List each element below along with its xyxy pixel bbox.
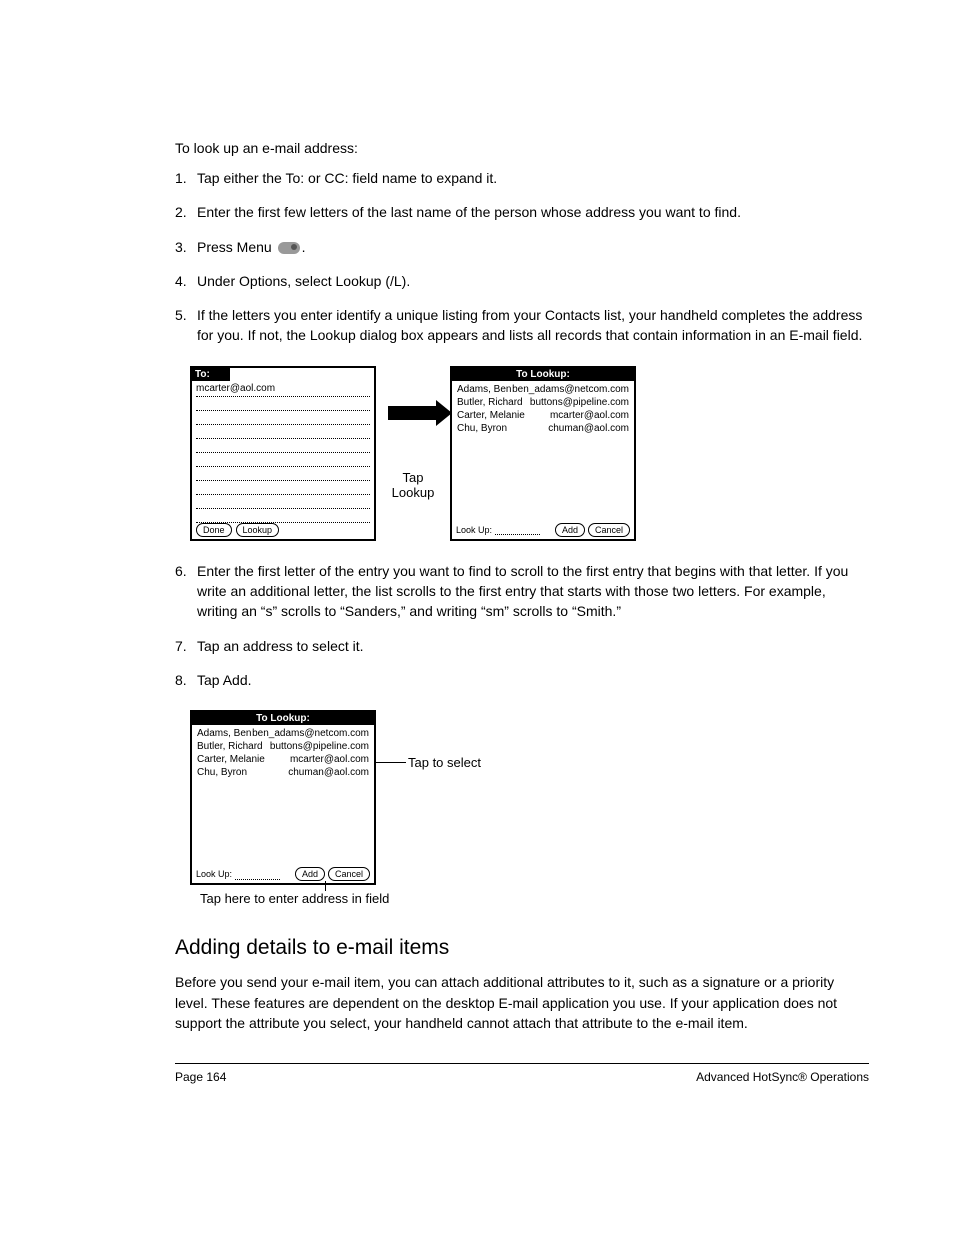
pda-line [196,453,370,467]
arrow-annotation: Tap Lookup [388,406,438,501]
step-text: Press Menu . [197,237,869,257]
figure-row-2: To Lookup: Adams, Benben_adams@netcom.co… [190,710,869,885]
step-text-pre: Press Menu [197,239,276,255]
contact-name: Chu, Byron [197,766,247,779]
contact-email: mcarter@aol.com [290,753,369,766]
contact-email: chuman@aol.com [288,766,369,779]
arrow-label-1: Tap [403,470,424,485]
contact-row: Adams, Benben_adams@netcom.com [456,383,630,396]
annotation-line-icon [376,762,406,763]
contact-row: Chu, Byron chuman@aol.com [196,766,370,779]
pda-screen-to: To: mcarter@aol.com Done Lookup [190,366,376,541]
contact-name: Chu, Byron [457,422,507,435]
step-num: 4. [175,271,197,291]
step-num: 7. [175,636,197,656]
arrow-label-2: Lookup [392,485,435,500]
procedure-heading: To look up an e-mail address: [175,140,869,156]
contact-row: Butler, Richard buttons@pipeline.com [456,396,630,409]
steps-list-2: 6.Enter the first letter of the entry yo… [175,561,869,690]
lookup-button[interactable]: Lookup [236,523,280,537]
menu-icon [278,242,300,254]
step-text: Tap Add. [197,670,869,690]
contact-row: Adams, Benben_adams@netcom.com [196,727,370,740]
pda-line [196,495,370,509]
footer-chapter: Advanced HotSync® Operations [696,1070,869,1084]
step-text: Enter the first letter of the entry you … [197,561,869,622]
pda-line [196,397,370,411]
step-num: 8. [175,670,197,690]
section-heading: Adding details to e-mail items [175,936,869,960]
pda-line [196,509,370,523]
step-text-post: . [302,239,306,255]
contact-row: Carter, Melanie mcarter@aol.com [456,409,630,422]
contact-email: ben_adams@netcom.com [512,383,629,396]
steps-list-1: 1.Tap either the To: or CC: field name t… [175,168,869,346]
lookup-input[interactable] [235,869,280,880]
contact-name: Carter, Melanie [457,409,525,422]
pda-line [196,467,370,481]
step-text: If the letters you enter identify a uniq… [197,305,869,346]
pda-line [196,481,370,495]
add-button[interactable]: Add [295,867,325,881]
contact-name: Carter, Melanie [197,753,265,766]
contact-email: buttons@pipeline.com [530,396,629,409]
contact-email: buttons@pipeline.com [270,740,369,753]
pda-title: To Lookup: [452,368,634,381]
footer-page: Page 164 [175,1070,226,1084]
pda-title: To Lookup: [192,712,374,725]
lookup-label: Look Up: [196,869,232,879]
add-button[interactable]: Add [555,523,585,537]
pda-screen-lookup-2: To Lookup: Adams, Benben_adams@netcom.co… [190,710,376,885]
contact-name: Butler, Richard [197,740,263,753]
pda-line [196,411,370,425]
contact-email: ben_adams@netcom.com [252,727,369,740]
annotation-select: Tap to select [408,755,481,770]
lookup-input[interactable] [495,524,540,535]
pda-screen-lookup: To Lookup: Adams, Benben_adams@netcom.co… [450,366,636,541]
pda-line: mcarter@aol.com [196,383,370,397]
step-num: 1. [175,168,197,188]
step-text: Tap either the To: or CC: field name to … [197,168,869,188]
contact-email: chuman@aol.com [548,422,629,435]
figure-row-1: To: mcarter@aol.com Done Lookup Ta [190,366,869,541]
contact-email: mcarter@aol.com [550,409,629,422]
contact-row: Butler, Richard buttons@pipeline.com [196,740,370,753]
contact-row: Carter, Melanie mcarter@aol.com [196,753,370,766]
contact-row: Chu, Byron chuman@aol.com [456,422,630,435]
lookup-label: Look Up: [456,525,492,535]
caption-below: Tap here to enter address in field [200,891,869,906]
step-num: 5. [175,305,197,346]
pda-line [196,439,370,453]
pda-title: To: [192,368,230,381]
pda-line [196,425,370,439]
step-text: Tap an address to select it. [197,636,869,656]
contact-name: Adams, Ben [197,727,251,740]
arrow-icon [388,406,438,420]
step-num: 6. [175,561,197,622]
page-footer: Page 164 Advanced HotSync® Operations [175,1063,869,1084]
body-paragraph: Before you send your e-mail item, you ca… [175,972,869,1033]
step-num: 2. [175,202,197,222]
step-text: Under Options, select Lookup (/L). [197,271,869,291]
step-text: Enter the first few letters of the last … [197,202,869,222]
contact-name: Adams, Ben [457,383,511,396]
contact-name: Butler, Richard [457,396,523,409]
cancel-button[interactable]: Cancel [328,867,370,881]
cancel-button[interactable]: Cancel [588,523,630,537]
done-button[interactable]: Done [196,523,232,537]
step-num: 3. [175,237,197,257]
